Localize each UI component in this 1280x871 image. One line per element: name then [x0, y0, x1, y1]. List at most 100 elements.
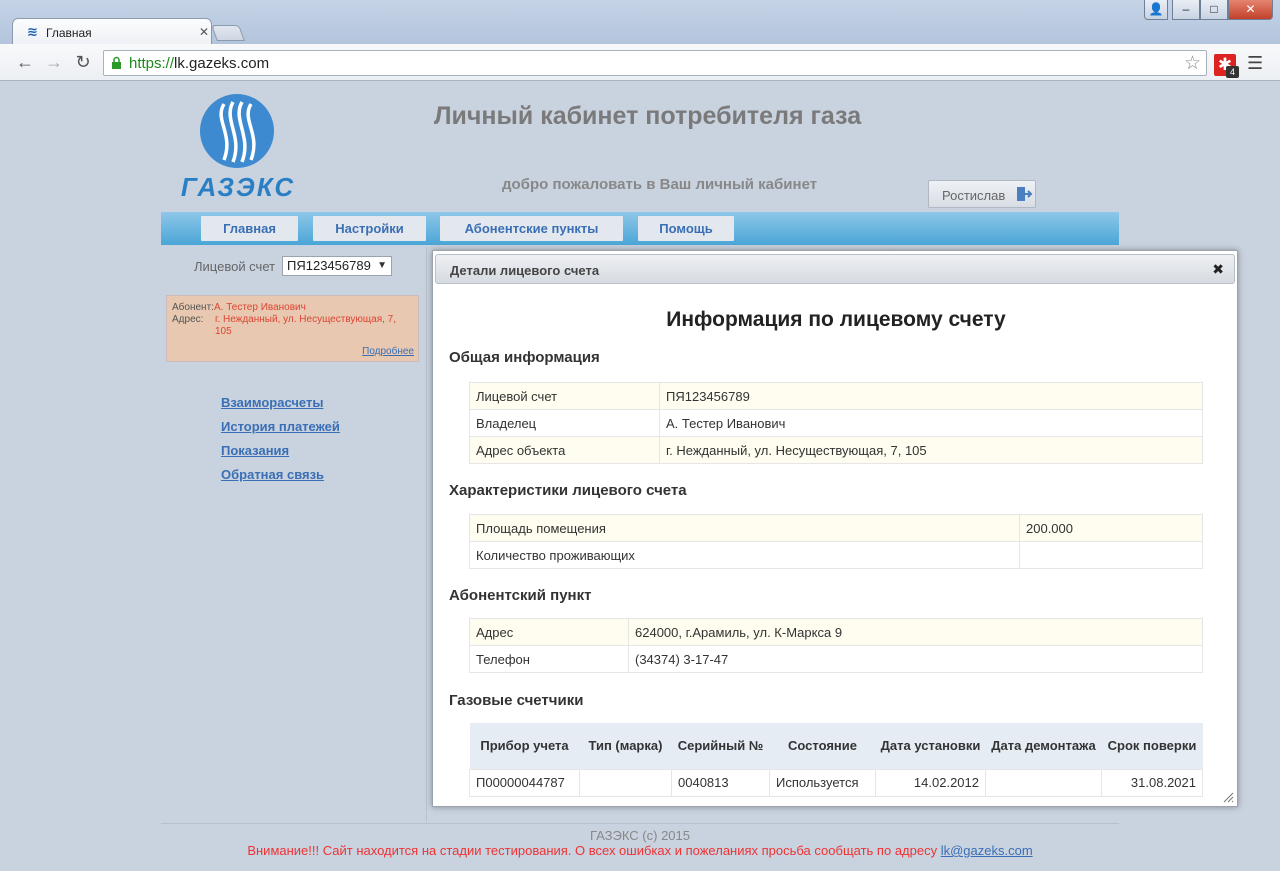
table-row: Лицевой счет ПЯ123456789 [469, 382, 1203, 410]
sidebar-link-payment-history[interactable]: История платежей [221, 419, 340, 435]
subscriber-name: А. Тестер Иванович [214, 302, 306, 313]
extension-badge: 4 [1226, 66, 1239, 78]
dialog-title: Детали лицевого счета [450, 263, 600, 278]
subscriber-point-table: Адрес 624000, г.Арамиль, ул. К-Маркса 9 Т… [469, 618, 1203, 673]
address-value: г. Нежданный, ул. Несуществующая, 7, 105 [215, 314, 397, 337]
table-header-row: Прибор учета Тип (марка) Серийный № Сост… [469, 723, 1203, 769]
dialog-header[interactable]: Детали лицевого счета ✖ [435, 254, 1235, 284]
row-label: Телефон [469, 645, 629, 673]
section-title-characteristics: Характеристики лицевого счета [449, 482, 687, 499]
meter-serial: 0040813 [671, 768, 770, 797]
sidebar-links: Взаиморасчеты История платежей Показания… [221, 395, 340, 491]
meter-removal-date [985, 768, 1102, 797]
meter-install-date: 14.02.2012 [875, 768, 986, 797]
browser-tab[interactable]: ≋ Главная ✕ [12, 18, 212, 45]
hamburger-menu-icon[interactable]: ☰ [1247, 53, 1263, 74]
general-info-table: Лицевой счет ПЯ123456789 Владелец А. Тесте… [469, 382, 1203, 464]
row-label: Владелец [469, 409, 660, 437]
subscriber-info-box: Абонент:А. Тестер Иванович Адрес: г. Неж… [166, 295, 419, 362]
row-label: Количество проживающих [469, 541, 1020, 569]
nav-item-settings[interactable]: Настройки [313, 216, 426, 241]
tab-close-icon[interactable]: ✕ [199, 25, 209, 39]
table-row: Адрес объекта г. Нежданный, ул. Несуществ… [469, 436, 1203, 464]
minimize-button[interactable]: – [1172, 0, 1200, 20]
welcome-text: добро пожаловать в Ваш личный кабинет [502, 176, 818, 193]
meter-device: П00000044787 [469, 768, 580, 797]
nav-item-subscriber-points[interactable]: Абонентские пункты [440, 216, 623, 241]
gazeks-logo[interactable]: ГАЗЭКС [168, 94, 308, 202]
characteristics-table: Площадь помещения 200.000 Количество прож… [469, 514, 1203, 569]
account-select[interactable]: ПЯ123456789 ▼ [282, 256, 392, 276]
browser-toolbar: ← → ↻ https://lk.gazeks.com ☆ ✱ 4 ☰ [0, 44, 1280, 81]
row-value: г. Нежданный, ул. Несуществующая, 7, 105 [659, 436, 1203, 464]
site-favicon-icon: ≋ [27, 24, 38, 39]
close-icon[interactable]: ✖ [1212, 261, 1224, 278]
address-key: Адрес: [172, 314, 204, 325]
section-title-general: Общая информация [449, 349, 600, 366]
logout-door-icon [1017, 187, 1033, 201]
chevron-down-icon: ▼ [377, 260, 387, 271]
column-divider [426, 247, 427, 822]
table-row: П00000044787 0040813 Используется 14.02.… [469, 768, 1203, 797]
table-row: Владелец А. Тестер Иванович [469, 409, 1203, 437]
column-header: Дата установки [875, 723, 986, 769]
footer-warning: Внимание!!! Сайт находится на стадии тес… [6, 843, 1274, 858]
footer-email-link[interactable]: lk@gazeks.com [941, 843, 1033, 858]
row-label: Площадь помещения [469, 514, 1020, 542]
account-details-dialog: Детали лицевого счета ✖ Информация по ли… [432, 250, 1238, 807]
subscriber-key: Абонент: [172, 302, 214, 313]
gas-meters-table: Прибор учета Тип (марка) Серийный № Сост… [469, 723, 1203, 797]
new-tab-button[interactable] [211, 25, 245, 41]
arrow-left-icon[interactable]: ← [14, 51, 36, 73]
sidebar-link-readings[interactable]: Показания [221, 443, 340, 459]
section-title-subscriber-point: Абонентский пункт [449, 587, 592, 604]
sidebar-link-feedback[interactable]: Обратная связь [221, 467, 340, 483]
profile-icon[interactable]: 👤 [1144, 0, 1168, 20]
table-row: Телефон (34374) 3-17-47 [469, 645, 1203, 673]
tab-title: Главная [46, 26, 92, 40]
more-link[interactable]: Подробнее [362, 346, 414, 357]
row-value: ПЯ123456789 [659, 382, 1203, 410]
window-titlebar: ≋ Главная ✕ 👤 – □ ✕ [0, 0, 1280, 45]
lock-icon [112, 56, 121, 69]
main-navbar: Главная Настройки Абонентские пункты Пом… [161, 212, 1119, 245]
nav-item-main[interactable]: Главная [201, 216, 298, 241]
user-logout-button[interactable]: Ростислав [928, 180, 1036, 208]
nav-item-help[interactable]: Помощь [638, 216, 734, 241]
column-header: Серийный № [671, 723, 770, 769]
footer-divider [161, 823, 1119, 824]
row-value: 200.000 [1019, 514, 1203, 542]
star-icon[interactable]: ☆ [1184, 52, 1201, 75]
account-select-value: ПЯ123456789 [287, 258, 371, 273]
logo-circle-icon [200, 94, 274, 168]
address-bar[interactable]: https://lk.gazeks.com ☆ [103, 50, 1207, 76]
table-row: Количество проживающих [469, 541, 1203, 569]
window-close-button[interactable]: ✕ [1228, 0, 1273, 20]
maximize-button[interactable]: □ [1200, 0, 1228, 20]
column-header: Тип (марка) [579, 723, 672, 769]
reload-icon[interactable]: ↻ [72, 51, 94, 73]
meter-verification-date: 31.08.2021 [1101, 768, 1203, 797]
table-row: Площадь помещения 200.000 [469, 514, 1203, 542]
user-name: Ростислав [942, 188, 1006, 203]
column-header: Дата демонтажа [985, 723, 1102, 769]
url-text: https://lk.gazeks.com [129, 55, 270, 72]
footer-warning-text: Внимание!!! Сайт находится на стадии тес… [247, 843, 941, 858]
section-title-gas-meters: Газовые счетчики [449, 692, 584, 709]
row-label: Лицевой счет [469, 382, 660, 410]
arrow-right-icon[interactable]: → [43, 51, 65, 73]
resize-grip-icon[interactable] [1223, 792, 1234, 803]
subscriber-row: Абонент:А. Тестер Иванович [172, 302, 306, 313]
dialog-heading: Информация по лицевому счету [666, 308, 1006, 331]
row-value [1019, 541, 1203, 569]
column-header: Срок поверки [1101, 723, 1203, 769]
meter-type [579, 768, 672, 797]
row-label: Адрес объекта [469, 436, 660, 464]
sidebar-link-settlements[interactable]: Взаиморасчеты [221, 395, 340, 411]
row-label: Адрес [469, 618, 629, 646]
site-title: Личный кабинет потребителя газа [434, 102, 862, 130]
row-value: А. Тестер Иванович [659, 409, 1203, 437]
column-header: Состояние [769, 723, 876, 769]
footer-copyright: ГАЗЭКС (с) 2015 [589, 828, 690, 843]
row-value: (34374) 3-17-47 [628, 645, 1203, 673]
